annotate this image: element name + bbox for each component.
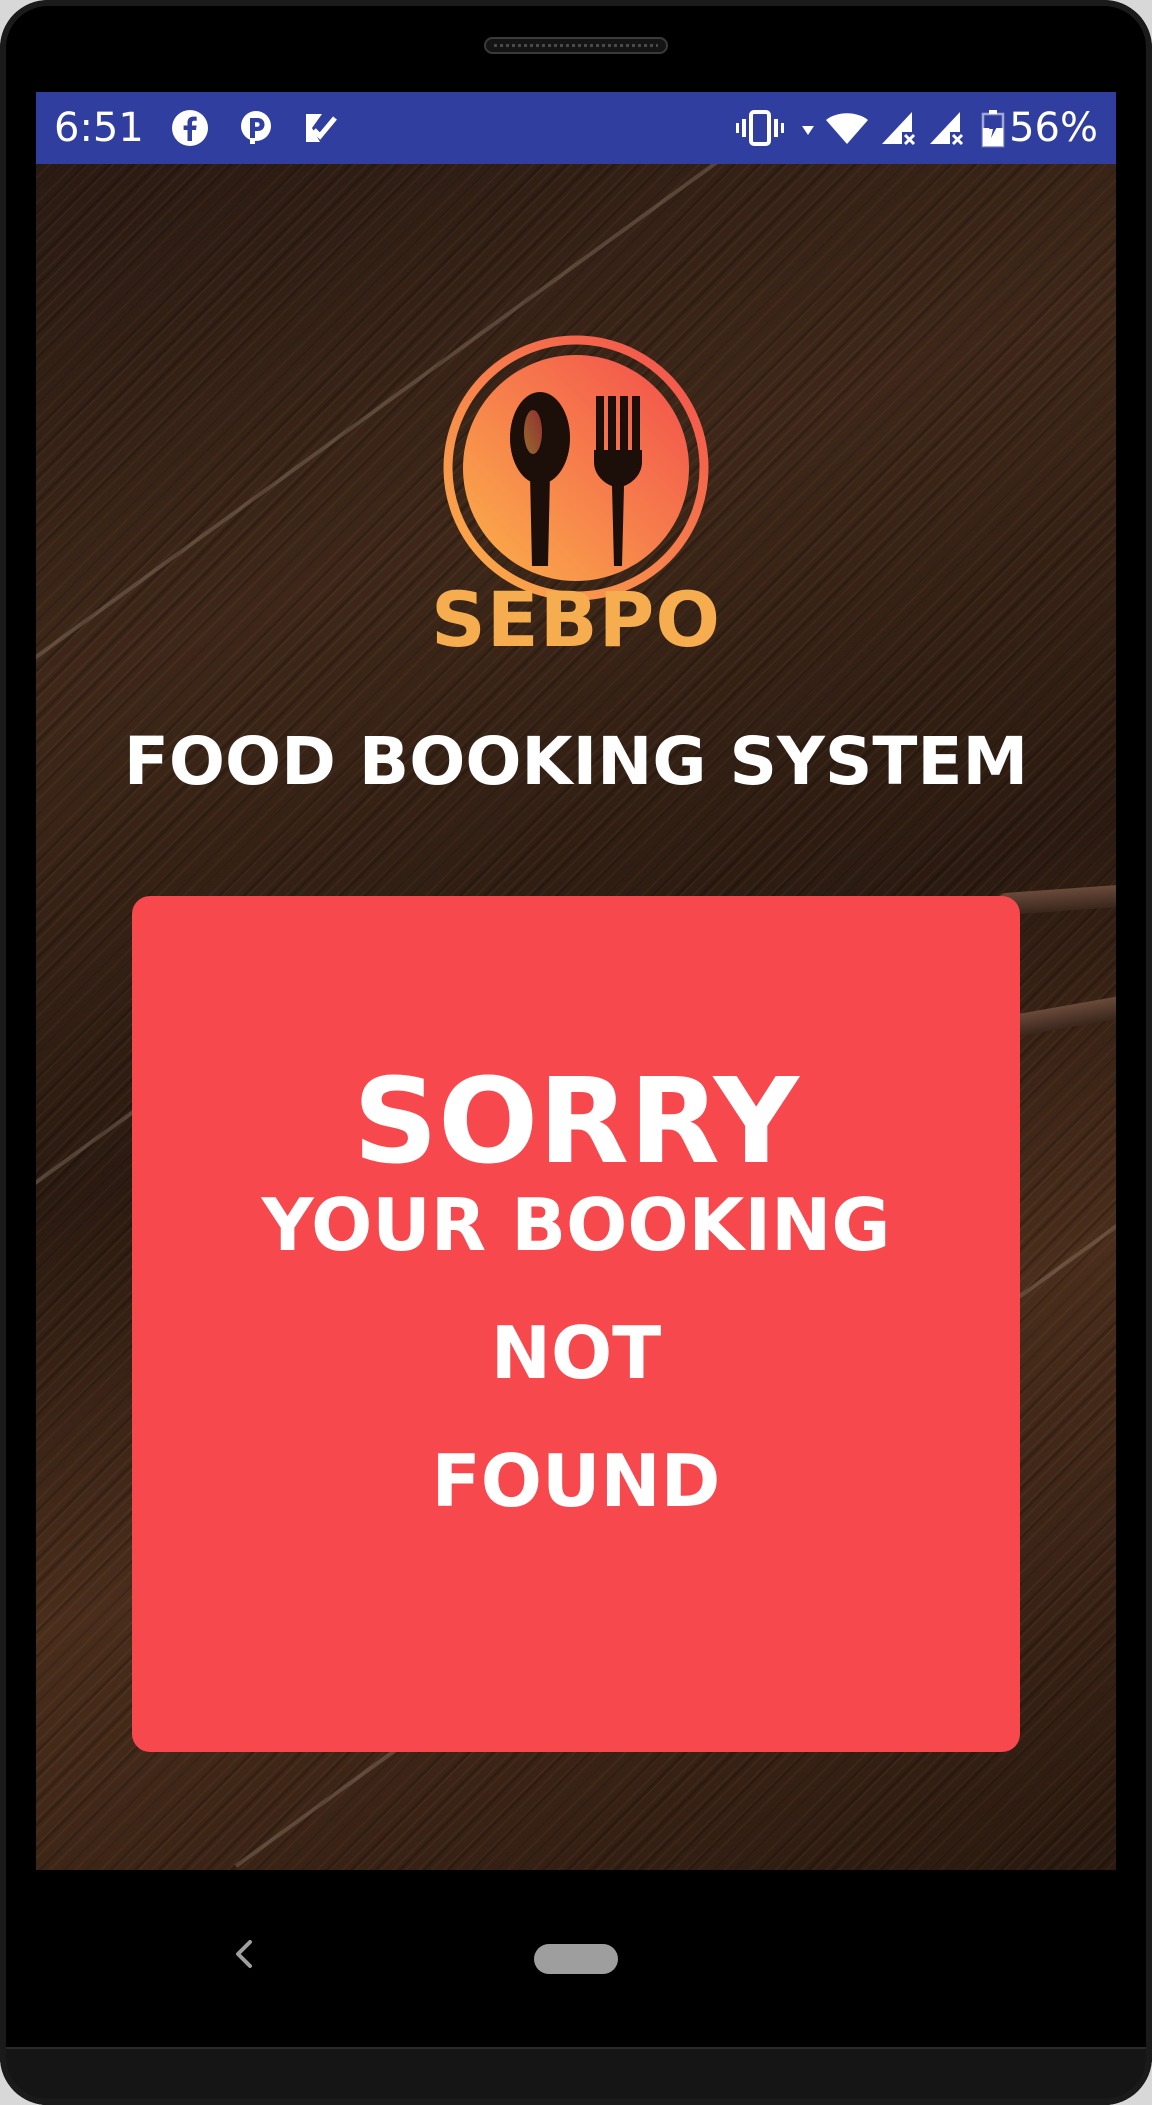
signal-icon	[930, 112, 964, 146]
task-check-icon	[306, 114, 337, 142]
message-title: SORRY	[352, 1052, 799, 1190]
status-time: 6:51	[54, 105, 144, 151]
home-pill-icon[interactable]	[534, 1944, 618, 1974]
phone-screen: 6:51 56% SEBPO FOOD BOOKING SYSTEM SORRY…	[36, 92, 1116, 1870]
wifi-icon	[826, 113, 868, 144]
dropdown-arrow-icon	[802, 126, 814, 135]
battery-icon	[981, 110, 1005, 148]
navigation-bar	[0, 1870, 1152, 2046]
message-line: FOUND	[431, 1439, 721, 1523]
signal-icon	[882, 112, 916, 146]
speaker-grille	[484, 37, 668, 54]
battery-percent: 56%	[1009, 105, 1098, 151]
spoon-fork-icon	[443, 335, 709, 601]
vibrate-icon	[736, 110, 784, 146]
message-line: YOUR BOOKING	[261, 1183, 891, 1267]
status-bar: 6:51 56%	[36, 92, 1116, 164]
phone-bottom-edge	[0, 2047, 1152, 2105]
facebook-icon	[172, 110, 208, 146]
brand-name: SEBPO	[431, 575, 721, 664]
app-content: SEBPO FOOD BOOKING SYSTEM SORRY YOUR BOO…	[36, 164, 1116, 1870]
back-icon[interactable]	[224, 1934, 264, 1974]
app-subtitle: FOOD BOOKING SYSTEM	[123, 723, 1029, 800]
phone-frame: 6:51 56% SEBPO FOOD BOOKING SYSTEM SORRY…	[0, 0, 1152, 2105]
error-message-card: SORRY YOUR BOOKING NOT FOUND	[132, 896, 1020, 1752]
message-line: NOT	[490, 1311, 662, 1395]
parking-icon	[241, 111, 271, 144]
